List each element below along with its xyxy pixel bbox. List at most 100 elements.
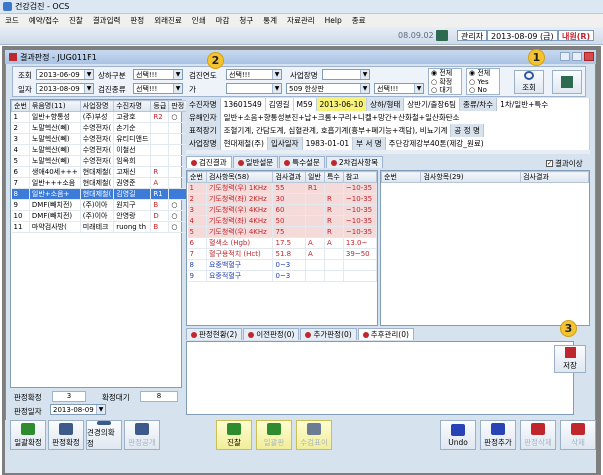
table-row[interactable]: 7 일반+++소음 현대제철(권영준 A — [11, 177, 188, 189]
table-row[interactable]: 1 일반+향통성 (주)부성 고광호 R2 ○ — [11, 111, 188, 123]
column-header[interactable]: 순번 — [380, 171, 422, 183]
ga-select[interactable]: ▼ — [226, 83, 282, 94]
tab-result-0[interactable]: 검진결과 — [186, 156, 232, 168]
abnormal-checkbox[interactable]: ✓ 결과이상 — [546, 158, 583, 169]
table-row[interactable]: 8 요중백혈구 0~3 — [187, 259, 378, 271]
bottom-button-5[interactable]: 일괄판 — [256, 420, 292, 450]
table-row[interactable]: 2 기도청력(좌) 2KHz 30 R ~10-35 — [187, 193, 378, 205]
column-header[interactable]: 등급 — [150, 100, 170, 112]
bottom-button-1[interactable]: 판정확정 — [48, 420, 84, 450]
table-cell: 0~3 — [272, 259, 307, 271]
menu-item-11[interactable]: Help — [320, 16, 347, 25]
yesno-radio-group[interactable]: ◉ 전체 ○ Yes ○ No — [466, 68, 500, 95]
tab-judge-3[interactable]: 추후관리(0) — [357, 328, 414, 340]
column-header[interactable]: 특수 — [323, 171, 344, 183]
table-cell: ~10-35 — [343, 193, 378, 205]
radio-option[interactable]: ○ No — [469, 86, 499, 95]
table-row[interactable]: 1 기도청력(우) 1KHz 55 R1 ~10-35 — [187, 182, 378, 194]
menu-item-8[interactable]: 청구 — [234, 15, 258, 26]
tab-result-1[interactable]: 일반설문 — [232, 156, 279, 168]
save-button[interactable]: 저장 — [554, 345, 586, 373]
menu-item-2[interactable]: 진찰 — [64, 15, 88, 26]
tab-result-2[interactable]: 특수설문 — [279, 156, 325, 168]
table-row[interactable]: 10 DMF(빼치전) (주)이아 안영랑 D ○ — [11, 210, 188, 222]
table-row[interactable]: 6 생애40세+++ 현대제철(고재신 R — [11, 166, 188, 178]
table-row[interactable]: 4 노말헥산(뻬) 수영전자(이철선 — [11, 144, 188, 156]
table-row[interactable]: 5 노말헥산(뻬) 수영전자(임옥희 — [11, 155, 188, 167]
table-row[interactable]: 9 DMF(빼치전) (주)이아 원지구 B ○ — [11, 199, 188, 211]
info-value: 상반기/출장6팀 — [404, 97, 460, 111]
column-header[interactable]: 판정 — [168, 100, 188, 112]
column-header[interactable]: 일반 — [305, 171, 325, 183]
tab-judge-2[interactable]: 추가판정(0) — [300, 328, 357, 340]
exit-icon[interactable] — [436, 30, 448, 41]
table-row[interactable]: 9 요중적혈구 0~3 — [187, 270, 378, 282]
judge-date-picker[interactable]: 2013-08-09 ▼ — [50, 404, 106, 415]
tab-judge-1[interactable]: 이전판정(0) — [243, 328, 300, 340]
bottom-button-4[interactable]: 진찰 — [216, 420, 252, 450]
column-header[interactable]: 검사항목(29) — [420, 171, 522, 183]
table-row[interactable]: 8 일반+소음+ 현대제철(김영길 R1 — [11, 188, 188, 200]
search-button[interactable]: 조회 — [514, 70, 544, 94]
saeop-input[interactable]: ▼ — [322, 69, 370, 80]
checkbox-box[interactable]: ✓ — [546, 160, 553, 167]
table-row[interactable]: 5 기도청력(우) 4KHz 75 R ~10-35 — [187, 226, 378, 238]
from-date-picker[interactable]: 2013-06-09 ▼ — [36, 69, 94, 80]
column-header[interactable]: 순번 — [187, 171, 207, 183]
to-date-picker[interactable]: 2013-08-09 ▼ — [36, 83, 94, 94]
bottom-button-label: 수검표이 — [300, 437, 328, 447]
judge-text-area[interactable] — [186, 341, 574, 415]
table-row[interactable]: 2 노말헥산(뻬) 수영전자(손기순 — [11, 122, 188, 134]
column-header[interactable]: 참고 — [342, 171, 378, 183]
column-header[interactable]: 묶음명(11) — [28, 100, 81, 112]
tab-result-3[interactable]: 2차검사항목 — [325, 156, 384, 168]
bottom-button-6[interactable]: 수검표이 — [296, 420, 332, 450]
bottom-button-2[interactable]: 견경의확정 — [86, 420, 122, 450]
column-header[interactable]: 사업장명 — [79, 100, 115, 112]
menu-item-7[interactable]: 마감 — [211, 15, 235, 26]
bottom-button-10[interactable]: 삭제 — [560, 420, 596, 450]
column-header[interactable]: 검사항목(58) — [205, 171, 274, 183]
table-row[interactable]: 4 기도청력(좌) 4KHz 50 R ~10-35 — [187, 215, 378, 227]
menu-item-3[interactable]: 결과입력 — [88, 15, 126, 26]
menu-item-0[interactable]: 코드 — [0, 15, 24, 26]
table-row[interactable]: 7 혈구용적치 (Hct) 51.8 A 39~50 — [187, 248, 378, 260]
radio-option[interactable]: ○ 대기 — [431, 86, 461, 95]
column-header[interactable]: 검사결과 — [520, 171, 589, 183]
column-header[interactable]: 검사결과 — [272, 171, 307, 183]
menu-item-12[interactable]: 종료 — [347, 15, 371, 26]
company-input[interactable]: 509 한상판 ▼ — [286, 83, 370, 94]
radio-option[interactable]: ○ 확정 — [431, 78, 461, 87]
menu-item-1[interactable]: 예약/접수 — [24, 15, 64, 26]
menu-item-10[interactable]: 자료관리 — [282, 15, 320, 26]
bottom-button-9[interactable]: 판정삭제 — [520, 420, 556, 450]
menu-item-9[interactable]: 통계 — [258, 15, 282, 26]
bottom-button-8[interactable]: 판정추가 — [480, 420, 516, 450]
minimize-button[interactable] — [560, 52, 570, 61]
exit-form-button[interactable] — [552, 70, 582, 94]
radio-option[interactable]: ◉ 전체 — [469, 69, 499, 78]
table-row[interactable]: 3 기도청력(우) 4KHz 60 R ~10-35 — [187, 204, 378, 216]
restore-button[interactable] — [572, 52, 582, 61]
menu-item-6[interactable]: 인쇄 — [187, 15, 211, 26]
bottom-button-3[interactable]: 판정공개 — [124, 420, 160, 450]
geomjin-jong-select[interactable]: 선택!!! ▼ — [133, 83, 183, 94]
column-header[interactable]: 수진자명 — [113, 100, 152, 112]
close-button[interactable] — [584, 52, 594, 61]
bottom-button-7[interactable]: Undo — [440, 420, 476, 450]
status-radio-group[interactable]: ◉ 전체 ○ 확정 ○ 대기 — [428, 68, 462, 95]
column-header[interactable]: 순번 — [11, 100, 30, 112]
bottom-button-0[interactable]: 일괄확정 — [10, 420, 46, 450]
window-title: 건강검진 - OCS — [15, 2, 70, 11]
table-row[interactable]: 3 노말헥산(뻬) 수영전자(유티디앤드 — [11, 133, 188, 145]
radio-option[interactable]: ○ Yes — [469, 78, 499, 87]
sanghwa-select[interactable]: 선택!!! ▼ — [133, 69, 183, 80]
menu-item-5[interactable]: 외래진료 — [149, 15, 187, 26]
table-row[interactable]: 6 혈색소 (Hgb) 17.5 A A 13.0~ — [187, 237, 378, 249]
table-row[interactable]: 11 마약검사방(미래테크 ruong th B ○ — [11, 221, 188, 233]
radio-option[interactable]: ◉ 전체 — [431, 69, 461, 78]
geomjin-yeon-select[interactable]: 선택!!! ▼ — [226, 69, 282, 80]
tab-judge-0[interactable]: 판정현황(2) — [186, 328, 243, 340]
last-select[interactable]: 선택!!! ▼ — [374, 83, 424, 94]
menu-item-4[interactable]: 판정 — [125, 15, 149, 26]
